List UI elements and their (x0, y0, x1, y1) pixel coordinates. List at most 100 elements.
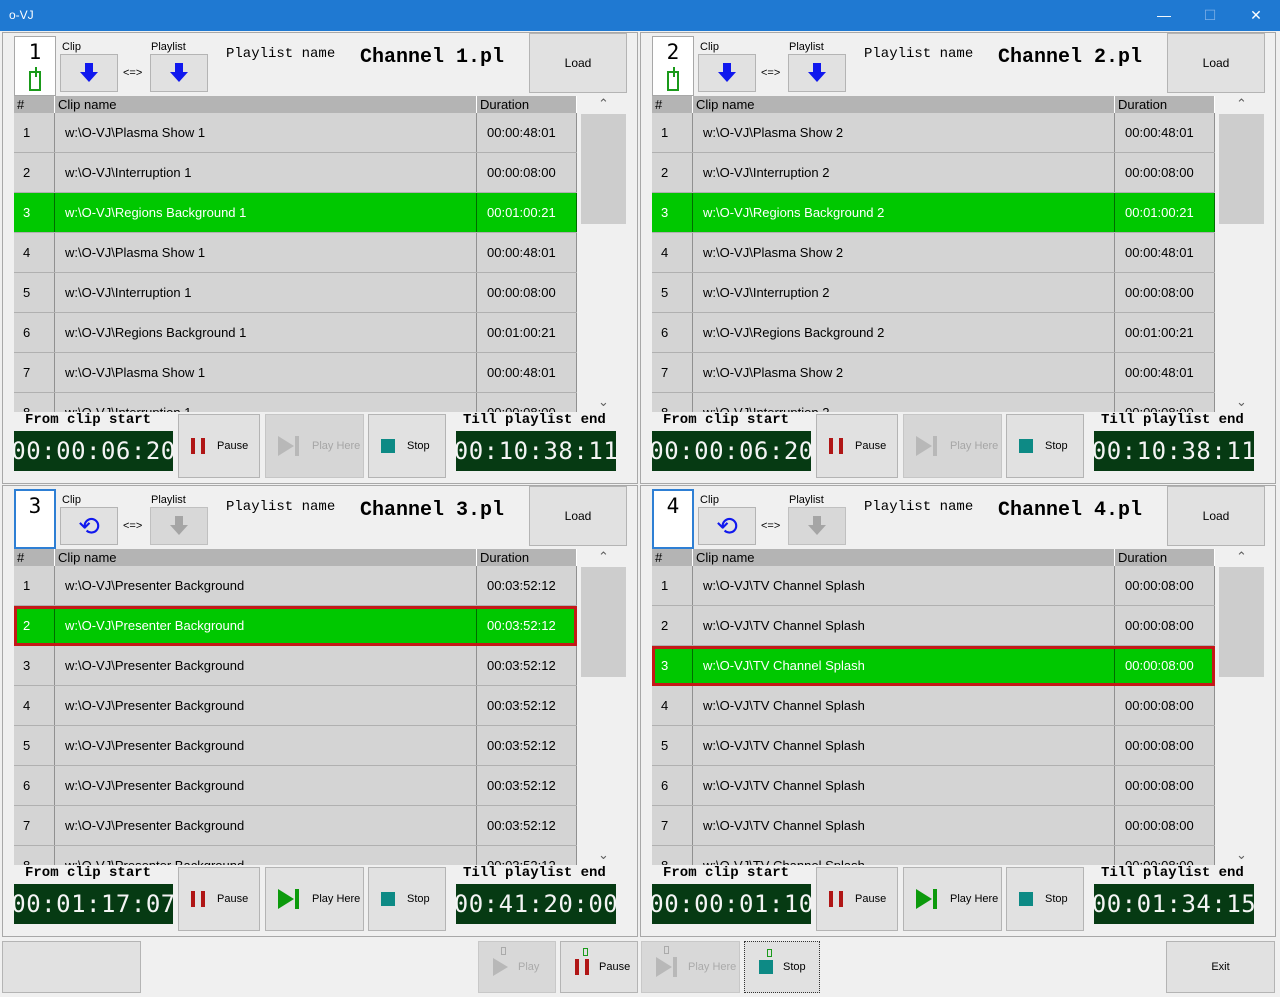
playlist-table[interactable]: # Clip name Duration 1 w:\O-VJ\Plasma Show 1… (14, 96, 577, 412)
duration-cell: 00:00:08:00 (1115, 566, 1215, 605)
pause-button[interactable]: Pause (816, 414, 898, 478)
table-row[interactable]: 7 w:\O-VJ\Plasma Show 2 00:00:48:01 (652, 353, 1215, 393)
row-number: 6 (652, 313, 693, 352)
duration-cell: 00:00:48:01 (477, 113, 577, 152)
table-row[interactable]: 6 w:\O-VJ\TV Channel Splash 00:00:08:00 (652, 766, 1215, 806)
table-row[interactable]: 5 w:\O-VJ\Presenter Background 00:03:52:12 (14, 726, 577, 766)
clip-load-button[interactable]: ⟲ (60, 507, 118, 545)
duration-cell: 00:03:52:12 (477, 846, 577, 865)
clip-load-button[interactable] (60, 54, 118, 92)
scroll-down-icon[interactable]: ⌄ (579, 394, 628, 412)
table-row[interactable]: 6 w:\O-VJ\Presenter Background 00:03:52:12 (14, 766, 577, 806)
scroll-up-icon[interactable]: ⌃ (579, 549, 628, 567)
table-row[interactable]: 3 w:\O-VJ\Presenter Background 00:03:52:12 (14, 646, 577, 686)
pause-button[interactable]: Pause (816, 867, 898, 931)
minimize-icon[interactable]: — (1141, 0, 1187, 31)
playlist-load-button[interactable] (150, 54, 208, 92)
table-row[interactable]: 1 w:\O-VJ\Plasma Show 1 00:00:48:01 (14, 113, 577, 153)
clip-load-button[interactable] (698, 54, 756, 92)
table-row[interactable]: 2 w:\O-VJ\Interruption 1 00:00:08:00 (14, 153, 577, 193)
load-button[interactable]: Load (1167, 486, 1265, 546)
scroll-up-icon[interactable]: ⌃ (1217, 549, 1266, 567)
scroll-down-icon[interactable]: ⌄ (1217, 394, 1266, 412)
scroll-up-icon[interactable]: ⌃ (579, 96, 628, 114)
pause-button[interactable]: Pause (178, 414, 260, 478)
table-row[interactable]: 6 w:\O-VJ\Regions Background 1 00:01:00:21 (14, 313, 577, 353)
maximize-icon[interactable]: ☐ (1187, 0, 1233, 31)
table-row[interactable]: 3 w:\O-VJ\Regions Background 1 00:01:00:21 (14, 193, 577, 233)
load-button[interactable]: Load (529, 486, 627, 546)
table-row[interactable]: 8w:\O-VJ\Presenter Background00:03:52:12 (14, 846, 577, 865)
playlist-load-button[interactable] (788, 507, 846, 545)
table-row[interactable]: 5 w:\O-VJ\Interruption 2 00:00:08:00 (652, 273, 1215, 313)
table-row[interactable]: 7 w:\O-VJ\TV Channel Splash 00:00:08:00 (652, 806, 1215, 846)
table-row[interactable]: 1 w:\O-VJ\Plasma Show 2 00:00:48:01 (652, 113, 1215, 153)
exit-button[interactable]: Exit (1166, 941, 1275, 993)
stop-button[interactable]: Stop (368, 414, 446, 478)
stop-icon (1019, 892, 1033, 906)
stop-button[interactable]: Stop (368, 867, 446, 931)
play-all-label: Play (518, 961, 540, 973)
play-all-button[interactable]: Play (478, 941, 556, 993)
table-row[interactable]: 4 w:\O-VJ\Presenter Background 00:03:52:12 (14, 686, 577, 726)
scrollbar[interactable]: ⌃ ⌄ (1217, 549, 1266, 865)
table-row[interactable]: 4 w:\O-VJ\Plasma Show 2 00:00:48:01 (652, 233, 1215, 273)
playlist-load-button[interactable] (150, 507, 208, 545)
table-row[interactable]: 8w:\O-VJ\Interruption 200:00:08:00 (652, 393, 1215, 412)
clip-name-cell: w:\O-VJ\Presenter Background (55, 686, 477, 725)
scroll-down-icon[interactable]: ⌄ (579, 847, 628, 865)
load-button[interactable]: Load (529, 33, 627, 93)
scrollbar-thumb[interactable] (1219, 114, 1264, 224)
play-here-button[interactable]: Play Here (903, 867, 1002, 931)
play-here-button[interactable]: Play Here (903, 414, 1002, 478)
col-num-header: # (652, 96, 693, 113)
channel-number[interactable]: 3 (14, 489, 56, 549)
playlist-load-button[interactable] (788, 54, 846, 92)
scrollbar-thumb[interactable] (581, 114, 626, 224)
table-row[interactable]: 8w:\O-VJ\Interruption 100:00:08:00 (14, 393, 577, 412)
clip-load-button[interactable]: ⟲ (698, 507, 756, 545)
load-button[interactable]: Load (1167, 33, 1265, 93)
table-row[interactable]: 8w:\O-VJ\TV Channel Splash00:00:08:00 (652, 846, 1215, 865)
table-row[interactable]: 3 w:\O-VJ\Regions Background 2 00:01:00:21 (652, 193, 1215, 233)
scroll-down-icon[interactable]: ⌄ (1217, 847, 1266, 865)
playlist-table[interactable]: # Clip name Duration 1 w:\O-VJ\TV Channel Sp… (652, 549, 1215, 865)
table-row[interactable]: 3 w:\O-VJ\TV Channel Splash 00:00:08:00 (652, 646, 1215, 686)
scroll-up-icon[interactable]: ⌃ (1217, 96, 1266, 114)
table-row[interactable]: 1 w:\O-VJ\TV Channel Splash 00:00:08:00 (652, 566, 1215, 606)
close-icon[interactable]: ✕ (1233, 0, 1279, 31)
stop-button[interactable]: Stop (1006, 867, 1084, 931)
table-row[interactable]: 4 w:\O-VJ\TV Channel Splash 00:00:08:00 (652, 686, 1215, 726)
channel-number[interactable]: 2 (652, 36, 694, 96)
table-row[interactable]: 2 w:\O-VJ\Interruption 2 00:00:08:00 (652, 153, 1215, 193)
table-row[interactable]: 1 w:\O-VJ\Presenter Background 00:03:52:12 (14, 566, 577, 606)
table-row[interactable]: 2 w:\O-VJ\TV Channel Splash 00:00:08:00 (652, 606, 1215, 646)
table-row[interactable]: 5 w:\O-VJ\TV Channel Splash 00:00:08:00 (652, 726, 1215, 766)
table-row[interactable]: 5 w:\O-VJ\Interruption 1 00:00:08:00 (14, 273, 577, 313)
pause-button[interactable]: Pause (178, 867, 260, 931)
duration-cell: 00:03:52:12 (477, 566, 577, 605)
table-row[interactable]: 6 w:\O-VJ\Regions Background 2 00:01:00:21 (652, 313, 1215, 353)
scrollbar-thumb[interactable] (1219, 567, 1264, 677)
playlist-table[interactable]: # Clip name Duration 1 w:\O-VJ\Presenter Bac… (14, 549, 577, 865)
scrollbar-thumb[interactable] (581, 567, 626, 677)
play-here-all-button[interactable]: Play Here (641, 941, 740, 993)
stop-button[interactable]: Stop (1006, 414, 1084, 478)
pause-all-button[interactable]: Pause (560, 941, 638, 993)
play-here-button[interactable]: Play Here (265, 414, 364, 478)
elapsed-time-display: 00:01:17:07 (11, 884, 175, 924)
table-row[interactable]: 2 w:\O-VJ\Presenter Background 00:03:52:12 (14, 606, 577, 646)
scrollbar[interactable]: ⌃ ⌄ (579, 549, 628, 865)
table-row[interactable]: 7 w:\O-VJ\Presenter Background 00:03:52:12 (14, 806, 577, 846)
table-row[interactable]: 4 w:\O-VJ\Plasma Show 1 00:00:48:01 (14, 233, 577, 273)
play-here-button[interactable]: Play Here (265, 867, 364, 931)
scrollbar[interactable]: ⌃ ⌄ (1217, 96, 1266, 412)
bottom-blank-button[interactable] (2, 941, 141, 993)
playlist-table[interactable]: # Clip name Duration 1 w:\O-VJ\Plasma Show 2… (652, 96, 1215, 412)
channel-number[interactable]: 4 (652, 489, 694, 549)
table-row[interactable]: 7 w:\O-VJ\Plasma Show 1 00:00:48:01 (14, 353, 577, 393)
scrollbar[interactable]: ⌃ ⌄ (579, 96, 628, 412)
pause-icon (191, 438, 205, 454)
channel-number[interactable]: 1 (14, 36, 56, 96)
stop-all-button[interactable]: Stop (744, 941, 820, 993)
